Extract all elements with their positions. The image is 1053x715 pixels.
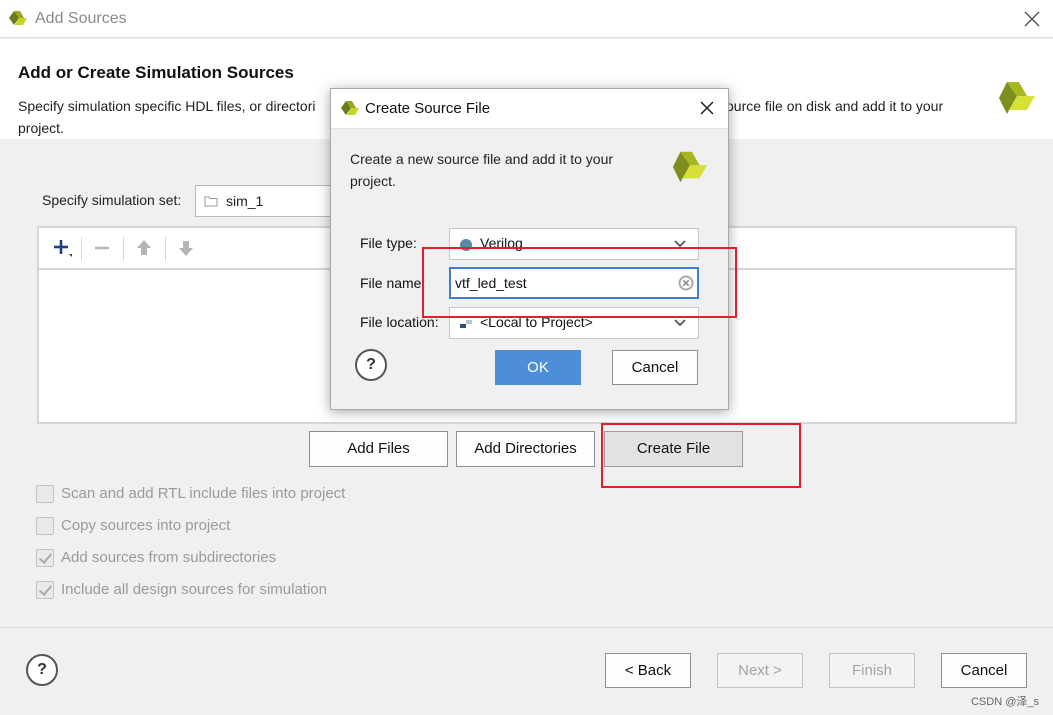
add-directories-button[interactable]: Add Directories xyxy=(456,431,595,467)
footer-separator xyxy=(0,627,1053,628)
checkbox[interactable] xyxy=(36,485,54,503)
cancel-button[interactable]: Cancel xyxy=(941,653,1027,688)
finish-button[interactable]: Finish xyxy=(829,653,915,688)
next-button[interactable]: Next > xyxy=(717,653,803,688)
checkbox[interactable] xyxy=(36,549,54,567)
description-left: Specify simulation specific HDL files, o… xyxy=(18,98,316,114)
chevron-down-icon xyxy=(674,240,686,248)
verilog-icon xyxy=(460,239,472,251)
add-files-label: Add Files xyxy=(347,440,410,457)
dialog-titlebar: Create Source File xyxy=(331,89,728,129)
next-label: Next > xyxy=(738,662,782,679)
file-location-select[interactable]: <Local to Project> xyxy=(449,307,699,339)
window-title: Add Sources xyxy=(35,10,127,27)
create-file-label: Create File xyxy=(636,440,711,457)
dialog-cancel-label: Cancel xyxy=(631,359,679,376)
file-type-select[interactable]: Verilog xyxy=(449,228,699,260)
window-titlebar: Add Sources xyxy=(0,0,1053,38)
option-label: Copy sources into project xyxy=(61,517,231,534)
back-label: < Back xyxy=(624,662,672,679)
xilinx-logo-icon xyxy=(999,82,1035,114)
dialog-help-button[interactable]: ? xyxy=(355,349,387,381)
xilinx-logo-icon xyxy=(9,11,27,25)
description-right: ource file on disk and add it to your xyxy=(726,98,944,114)
file-name-input[interactable] xyxy=(449,267,699,299)
option-label: Add sources from subdirectories xyxy=(61,549,277,566)
create-source-file-dialog: Create Source File Create a new source f… xyxy=(330,88,729,410)
ok-label: OK xyxy=(527,359,549,376)
toolbar-separator xyxy=(165,237,166,261)
option-label: Include all design sources for simulatio… xyxy=(61,581,327,598)
chevron-down-icon xyxy=(674,319,686,327)
toolbar-separator xyxy=(123,237,124,261)
close-icon[interactable] xyxy=(1023,10,1041,28)
add-directories-label: Add Directories xyxy=(474,440,577,457)
file-type-value: Verilog xyxy=(480,235,523,251)
file-name-label: File name: xyxy=(360,275,426,291)
local-project-icon xyxy=(460,320,472,328)
file-type-label: File type: xyxy=(360,235,417,251)
dialog-description: Create a new source file and add it to y… xyxy=(350,151,614,189)
simulation-set-value: sim_1 xyxy=(226,193,264,209)
arrow-up-icon[interactable] xyxy=(133,237,155,259)
simulation-set-select[interactable]: sim_1 xyxy=(195,185,335,217)
checkbox[interactable] xyxy=(36,517,54,535)
minus-icon[interactable] xyxy=(91,237,113,259)
watermark: CSDN @泽_s xyxy=(970,696,1039,708)
toolbar-separator xyxy=(81,237,82,261)
create-file-button[interactable]: Create File xyxy=(604,431,743,467)
dialog-cancel-button[interactable]: Cancel xyxy=(612,350,698,385)
xilinx-logo-icon xyxy=(341,101,359,115)
folder-icon xyxy=(204,196,218,207)
plus-icon[interactable] xyxy=(51,237,73,259)
arrow-down-icon[interactable] xyxy=(175,237,197,259)
option-label: Scan and add RTL include files into proj… xyxy=(61,485,346,502)
description-line-2: project. xyxy=(18,120,64,136)
checkbox[interactable] xyxy=(36,581,54,599)
back-button[interactable]: < Back xyxy=(605,653,691,688)
close-icon[interactable] xyxy=(699,100,715,116)
ok-button[interactable]: OK xyxy=(495,350,581,385)
file-location-label: File location: xyxy=(360,314,439,330)
clear-icon[interactable] xyxy=(678,275,694,291)
add-files-button[interactable]: Add Files xyxy=(309,431,448,467)
dialog-title: Create Source File xyxy=(365,100,491,117)
finish-label: Finish xyxy=(851,662,892,679)
simulation-set-label: Specify simulation set: xyxy=(42,192,182,208)
file-location-value: <Local to Project> xyxy=(480,314,593,330)
page-title: Add or Create Simulation Sources xyxy=(18,63,294,82)
xilinx-logo-icon xyxy=(672,151,708,183)
help-button[interactable]: ? xyxy=(26,654,58,686)
cancel-label: Cancel xyxy=(960,662,1008,679)
